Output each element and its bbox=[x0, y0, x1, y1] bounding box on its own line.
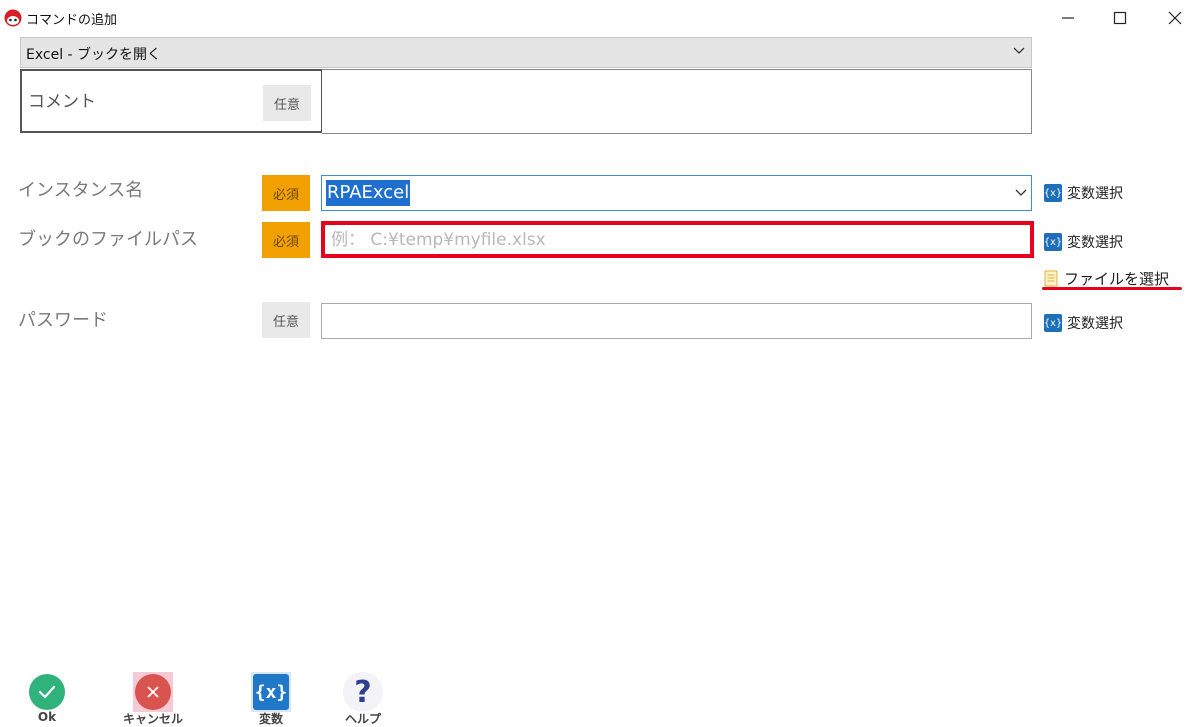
instance-name-label: インスタンス名 bbox=[18, 180, 144, 201]
cancel-x-icon bbox=[135, 674, 171, 710]
close-button[interactable] bbox=[1155, 6, 1195, 30]
filepath-label: ブックのファイルパス bbox=[18, 229, 198, 250]
minimize-button[interactable] bbox=[1048, 6, 1088, 30]
instance-variable-select-link[interactable]: {x} 変数選択 bbox=[1044, 183, 1123, 203]
instance-name-select[interactable]: RPAExcel bbox=[321, 175, 1032, 211]
cancel-label: キャンセル bbox=[122, 712, 183, 726]
filepath-required-badge: 必須 bbox=[262, 222, 310, 258]
variable-icon: {x} bbox=[1044, 184, 1062, 202]
command-select[interactable]: Excel - ブックを開く bbox=[20, 37, 1032, 68]
close-icon bbox=[1168, 11, 1182, 25]
ok-label: Ok bbox=[37, 710, 57, 724]
filepath-input[interactable] bbox=[325, 225, 1030, 254]
chevron-down-icon bbox=[1015, 189, 1027, 196]
select-file-highlight bbox=[1042, 287, 1182, 290]
ok-button[interactable]: Ok bbox=[12, 672, 82, 724]
variable-icon: {x} bbox=[253, 674, 289, 710]
help-question-icon: ? bbox=[343, 672, 383, 712]
password-optional-badge: 任意 bbox=[262, 302, 310, 338]
file-icon bbox=[1044, 270, 1058, 286]
password-variable-select-label: 変数選択 bbox=[1067, 316, 1123, 332]
password-variable-select-link[interactable]: {x} 変数選択 bbox=[1044, 313, 1123, 333]
variables-button[interactable]: {x} 変数 bbox=[236, 672, 306, 726]
maximize-icon bbox=[1113, 11, 1127, 25]
command-select-value: Excel - ブックを開く bbox=[26, 47, 162, 63]
variable-icon: {x} bbox=[1044, 233, 1062, 251]
password-input[interactable] bbox=[321, 303, 1032, 339]
comment-label: コメント bbox=[28, 92, 96, 112]
check-icon bbox=[29, 674, 65, 710]
help-label: ヘルプ bbox=[344, 712, 381, 726]
app-logo-icon bbox=[4, 9, 22, 27]
instance-name-value: RPAExcel bbox=[326, 180, 411, 206]
select-file-label: ファイルを選択 bbox=[1064, 269, 1170, 288]
filepath-variable-select-link[interactable]: {x} 変数選択 bbox=[1044, 232, 1123, 252]
chevron-down-icon bbox=[1013, 47, 1025, 54]
select-file-link[interactable]: ファイルを選択 bbox=[1044, 268, 1169, 288]
minimize-icon bbox=[1062, 17, 1074, 19]
instance-variable-select-label: 変数選択 bbox=[1067, 186, 1123, 202]
comment-optional-badge: 任意 bbox=[263, 85, 311, 121]
variables-label: 変数 bbox=[258, 712, 283, 726]
filepath-variable-select-label: 変数選択 bbox=[1067, 235, 1123, 251]
help-button[interactable]: ? ヘルプ bbox=[328, 672, 398, 726]
cancel-button[interactable]: キャンセル bbox=[118, 672, 188, 726]
variable-icon: {x} bbox=[1044, 314, 1062, 332]
password-label: パスワード bbox=[18, 310, 108, 331]
comment-input[interactable] bbox=[322, 69, 1032, 134]
window-title: コマンドの追加 bbox=[26, 13, 118, 28]
filepath-field-wrapper bbox=[321, 221, 1034, 258]
instance-required-badge: 必須 bbox=[262, 175, 310, 211]
comment-label-box: コメント 任意 bbox=[20, 69, 323, 133]
maximize-button[interactable] bbox=[1100, 6, 1140, 30]
title-bar: コマンドの追加 bbox=[0, 0, 1200, 36]
